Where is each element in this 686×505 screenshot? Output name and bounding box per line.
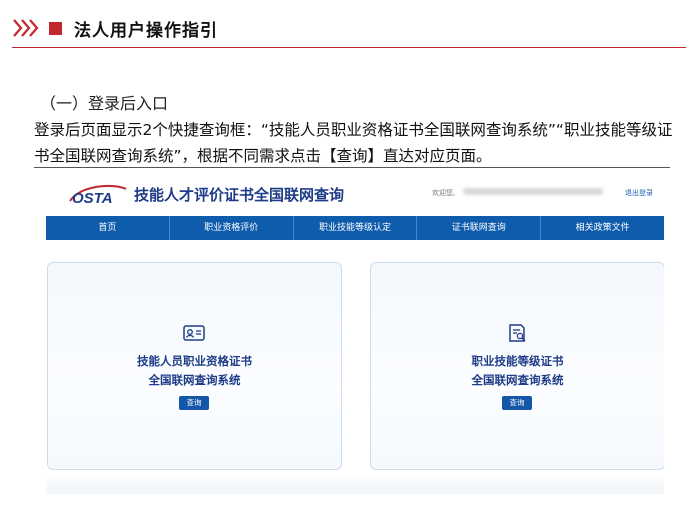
section-heading: （一）登录后入口 [40,94,169,113]
screenshot-bottom-fade [46,476,664,494]
id-card-icon [183,325,205,341]
header-square-marker [49,22,62,35]
embedded-screenshot: OSTA 技能人才评价证书全国联网查询 欢迎您, 退出登录 首页 职业资格评价 … [46,176,664,494]
welcome-text: 欢迎您, [432,189,456,197]
nav-item-home[interactable]: 首页 [46,216,170,240]
nav-item-qualification[interactable]: 职业资格评价 [170,216,294,240]
site-title: 技能人才评价证书全国联网查询 [134,186,345,204]
query-button[interactable]: 查询 [502,396,532,410]
blurred-username [463,188,603,195]
section-paragraph: 登录后页面显示2个快捷查询框：“技能人员职业资格证书全国联网查询系统”“职业技能… [34,121,673,165]
paragraph-underline [34,167,670,168]
card-title-line1: 职业技能等级证书 [471,354,564,368]
certificate-search-icon [509,324,526,342]
nav-item-certificate-query[interactable]: 证书联网查询 [417,216,542,240]
query-card-qualification: 技能人员职业资格证书 全国联网查询系统 查询 [47,262,342,470]
nav-item-skill-level[interactable]: 职业技能等级认定 [294,216,418,240]
logout-link[interactable]: 退出登录 [625,188,653,198]
article-header: 法人用户操作指引 [0,0,686,48]
query-card-skill-level: 职业技能等级证书 全国联网查询系统 查询 [370,262,664,470]
card-title-line1: 技能人员职业资格证书 [137,354,252,368]
article-title: 法人用户操作指引 [74,21,218,41]
query-button[interactable]: 查询 [179,396,209,410]
svg-text:OSTA: OSTA [72,190,113,207]
site-nav: 首页 职业资格评价 职业技能等级认定 证书联网查询 相关政策文件 [46,216,664,240]
triple-chevron-right-icon [13,19,39,37]
site-header: OSTA 技能人才评价证书全国联网查询 欢迎您, 退出登录 [46,176,664,216]
header-divider [12,47,686,48]
nav-item-policy[interactable]: 相关政策文件 [541,216,664,240]
card-title-line2: 全国联网查询系统 [471,373,564,387]
card-title-line2: 全国联网查询系统 [148,373,241,387]
osta-logo: OSTA [69,184,127,207]
